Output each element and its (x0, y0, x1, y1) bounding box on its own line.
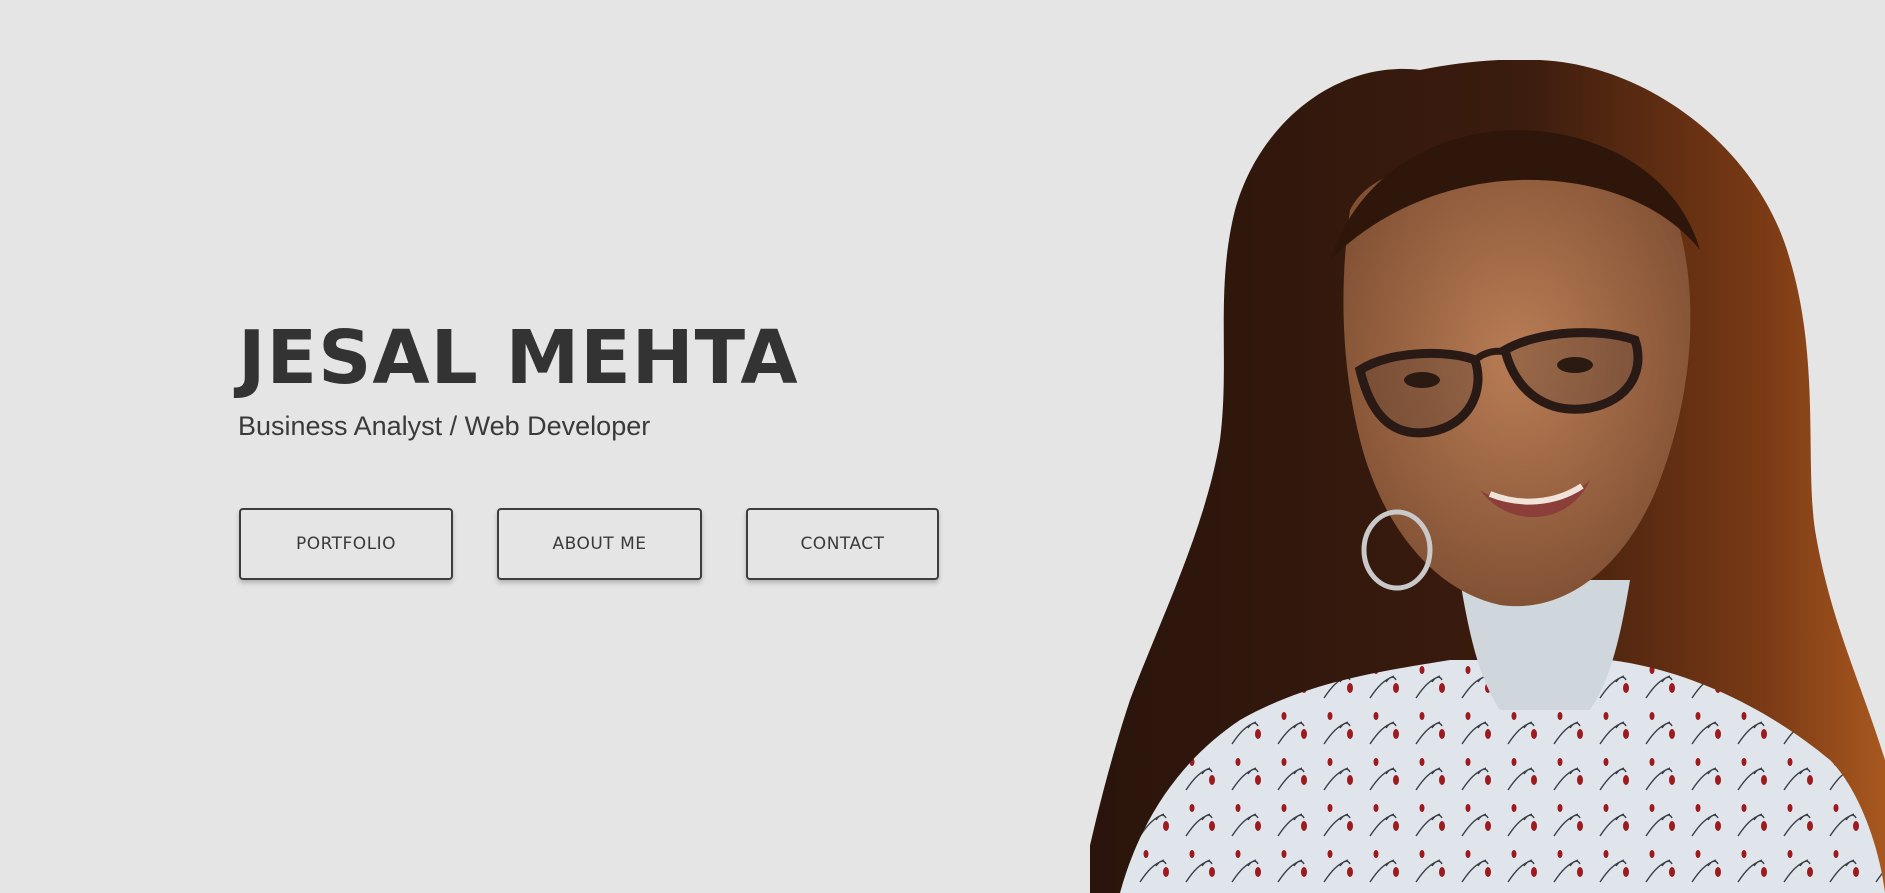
profile-photo-illustration (1090, 60, 1885, 893)
intro-block: JESAL MEHTA Business Analyst / Web Devel… (238, 315, 799, 443)
job-title-tagline: Business Analyst / Web Developer (238, 411, 651, 441)
profile-photo (1090, 60, 1885, 893)
hero-section: JESAL MEHTA Business Analyst / Web Devel… (0, 0, 1885, 893)
contact-button[interactable]: CONTACT (746, 508, 939, 580)
hero-buttons: PORTFOLIO ABOUT ME CONTACT (239, 508, 939, 580)
page-title: JESAL MEHTA (238, 315, 799, 401)
about-me-button[interactable]: ABOUT ME (497, 508, 702, 580)
portfolio-button[interactable]: PORTFOLIO (239, 508, 453, 580)
